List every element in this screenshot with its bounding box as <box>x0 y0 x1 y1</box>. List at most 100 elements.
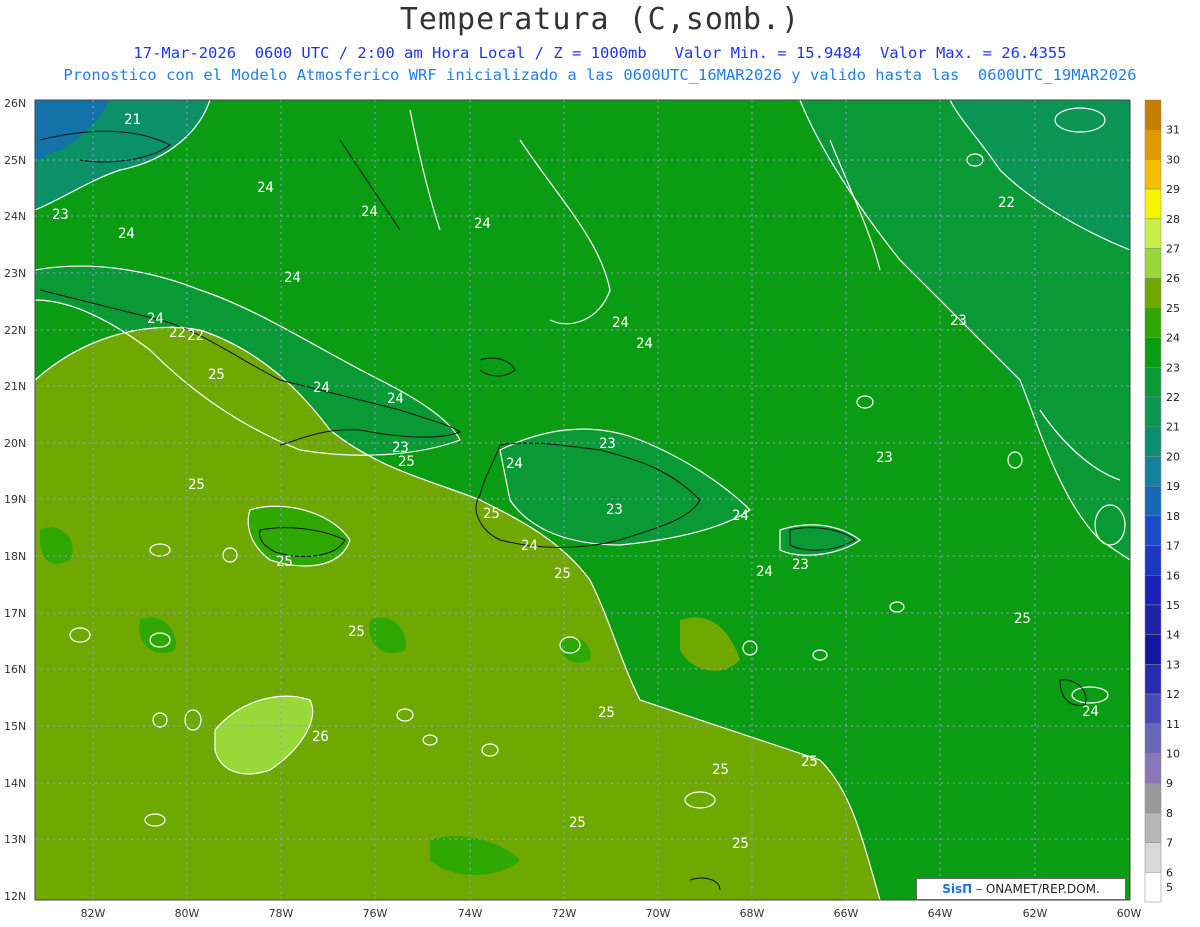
colorbar-swatch <box>1144 842 1162 873</box>
contour-label: 25 <box>276 554 293 570</box>
colorbar-swatch <box>1144 426 1162 457</box>
colorbar-swatch <box>1144 337 1162 368</box>
colorbar-label: 9 <box>1166 777 1173 790</box>
contour-label: 23 <box>876 450 893 466</box>
colorbar-label: 14 <box>1166 629 1180 642</box>
colorbar-label: 16 <box>1166 569 1180 582</box>
colorbar-swatch <box>1144 396 1162 427</box>
colorbar-label: 17 <box>1166 540 1180 553</box>
colorbar-label: 25 <box>1166 302 1180 315</box>
colorbar-swatch <box>1144 129 1162 160</box>
lon-label: 72W <box>552 907 577 920</box>
colorbar-swatch <box>1144 485 1162 517</box>
colorbar-label: 12 <box>1166 688 1180 701</box>
lon-label: 80W <box>175 907 200 920</box>
colorbar-swatch <box>1144 872 1162 903</box>
contour-label: 24 <box>361 204 378 220</box>
map-field: 21 23 24 24 24 24 22 24 24 25 24 22 24 2… <box>35 100 1130 900</box>
colorbar-swatch <box>1144 99 1162 130</box>
colorbar-label: 18 <box>1166 510 1180 523</box>
colorbar-swatch <box>1144 248 1162 279</box>
contour-label: 22 <box>187 328 204 344</box>
contour-label: 24 <box>636 336 653 352</box>
colorbar-label: 11 <box>1166 718 1180 731</box>
lon-label: 82W <box>81 907 106 920</box>
contour-label: 24 <box>756 564 773 580</box>
colorbar-label: 21 <box>1166 421 1180 434</box>
colorbar-label: 29 <box>1166 183 1180 196</box>
brand-logo-text: SisΠ <box>942 882 973 896</box>
colorbar-swatch <box>1144 753 1162 784</box>
contour-label: 24 <box>313 380 330 396</box>
lat-label: 22N <box>4 324 26 337</box>
lon-label: 66W <box>834 907 859 920</box>
lon-label: 76W <box>363 907 388 920</box>
forecast-time-subtitle: 17-Mar-2026 0600 UTC / 2:00 am Hora Loca… <box>133 44 1067 62</box>
colorbar-label: 7 <box>1166 837 1173 850</box>
colorbar-label: 10 <box>1166 747 1180 760</box>
colorbar-swatch <box>1144 693 1162 725</box>
contour-label: 24 <box>612 315 629 331</box>
contour-label: 24 <box>257 180 274 196</box>
longitude-axis: 82W 80W 78W 76W 74W 72W 70W 68W 66W 64W … <box>81 907 1142 920</box>
colorbar-label: 13 <box>1166 658 1180 671</box>
lat-label: 25N <box>4 154 26 167</box>
contour-label: 25 <box>188 477 205 493</box>
colorbar-label: 20 <box>1166 450 1180 463</box>
lat-label: 24N <box>4 210 26 223</box>
contour-label: 25 <box>1014 611 1031 627</box>
credit-box: SisΠ – ONAMET/REP.DOM. <box>916 878 1126 900</box>
contour-label: 25 <box>348 624 365 640</box>
lat-label: 20N <box>4 437 26 450</box>
contour-label: 22 <box>998 195 1015 211</box>
contour-label: 24 <box>521 538 538 554</box>
colorbar-label: 8 <box>1166 807 1173 820</box>
contour-label: 25 <box>801 754 818 770</box>
colorbar-swatch <box>1144 545 1162 576</box>
lat-label: 13N <box>4 833 26 846</box>
contour-label: 25 <box>483 506 500 522</box>
lat-label: 19N <box>4 493 26 506</box>
contour-label: 23 <box>792 557 809 573</box>
contour-label: 23 <box>950 313 967 329</box>
contour-label: 24 <box>474 216 491 232</box>
lat-label: 15N <box>4 720 26 733</box>
model-info-subtitle: Pronostico con el Modelo Atmosferico WRF… <box>63 66 1137 84</box>
contour-label: 23 <box>52 207 69 223</box>
colorbar-swatch <box>1144 634 1162 665</box>
contour-label: 23 <box>599 436 616 452</box>
contour-label: 24 <box>147 311 164 327</box>
temperature-colorbar: 31 30 29 28 27 26 25 24 23 22 21 20 19 18 17 16 15 14 13 12… <box>1144 99 1180 903</box>
latitude-axis: 26N 25N 24N 23N 22N 21N 20N 19N 18N 17N … <box>4 97 26 903</box>
temperature-map: 21 23 24 24 24 24 22 24 24 25 24 22 24 2… <box>4 97 1180 920</box>
colorbar-swatch <box>1144 456 1162 487</box>
colorbar-label: 27 <box>1166 243 1180 256</box>
contour-label: 24 <box>732 508 749 524</box>
colorbar-swatch <box>1144 664 1162 695</box>
chart-title: Temperatura (C,somb.) <box>399 2 801 37</box>
colorbar-label: 30 <box>1166 153 1180 166</box>
lon-label: 78W <box>269 907 294 920</box>
colorbar-label: 31 <box>1166 124 1180 137</box>
lat-label: 16N <box>4 663 26 676</box>
lat-label: 14N <box>4 777 26 790</box>
colorbar-label: 6 <box>1166 866 1173 879</box>
lat-label: 21N <box>4 380 26 393</box>
colorbar-swatch <box>1144 218 1162 249</box>
colorbar-swatch <box>1144 188 1162 220</box>
lon-label: 62W <box>1023 907 1048 920</box>
lat-label: 12N <box>4 890 26 903</box>
colorbar-label: 26 <box>1166 272 1180 285</box>
contour-label: 25 <box>208 367 225 383</box>
lon-label: 74W <box>458 907 483 920</box>
colorbar-label: 19 <box>1166 480 1180 493</box>
contour-label: 25 <box>569 815 586 831</box>
colorbar-label: 15 <box>1166 599 1180 612</box>
contour-label: 24 <box>506 456 523 472</box>
colorbar-swatch <box>1144 515 1162 546</box>
colorbar-swatch <box>1144 604 1162 635</box>
contour-label: 26 <box>312 729 329 745</box>
colorbar-swatch <box>1144 812 1162 843</box>
colorbar-swatch <box>1144 307 1162 338</box>
lat-label: 23N <box>4 267 26 280</box>
